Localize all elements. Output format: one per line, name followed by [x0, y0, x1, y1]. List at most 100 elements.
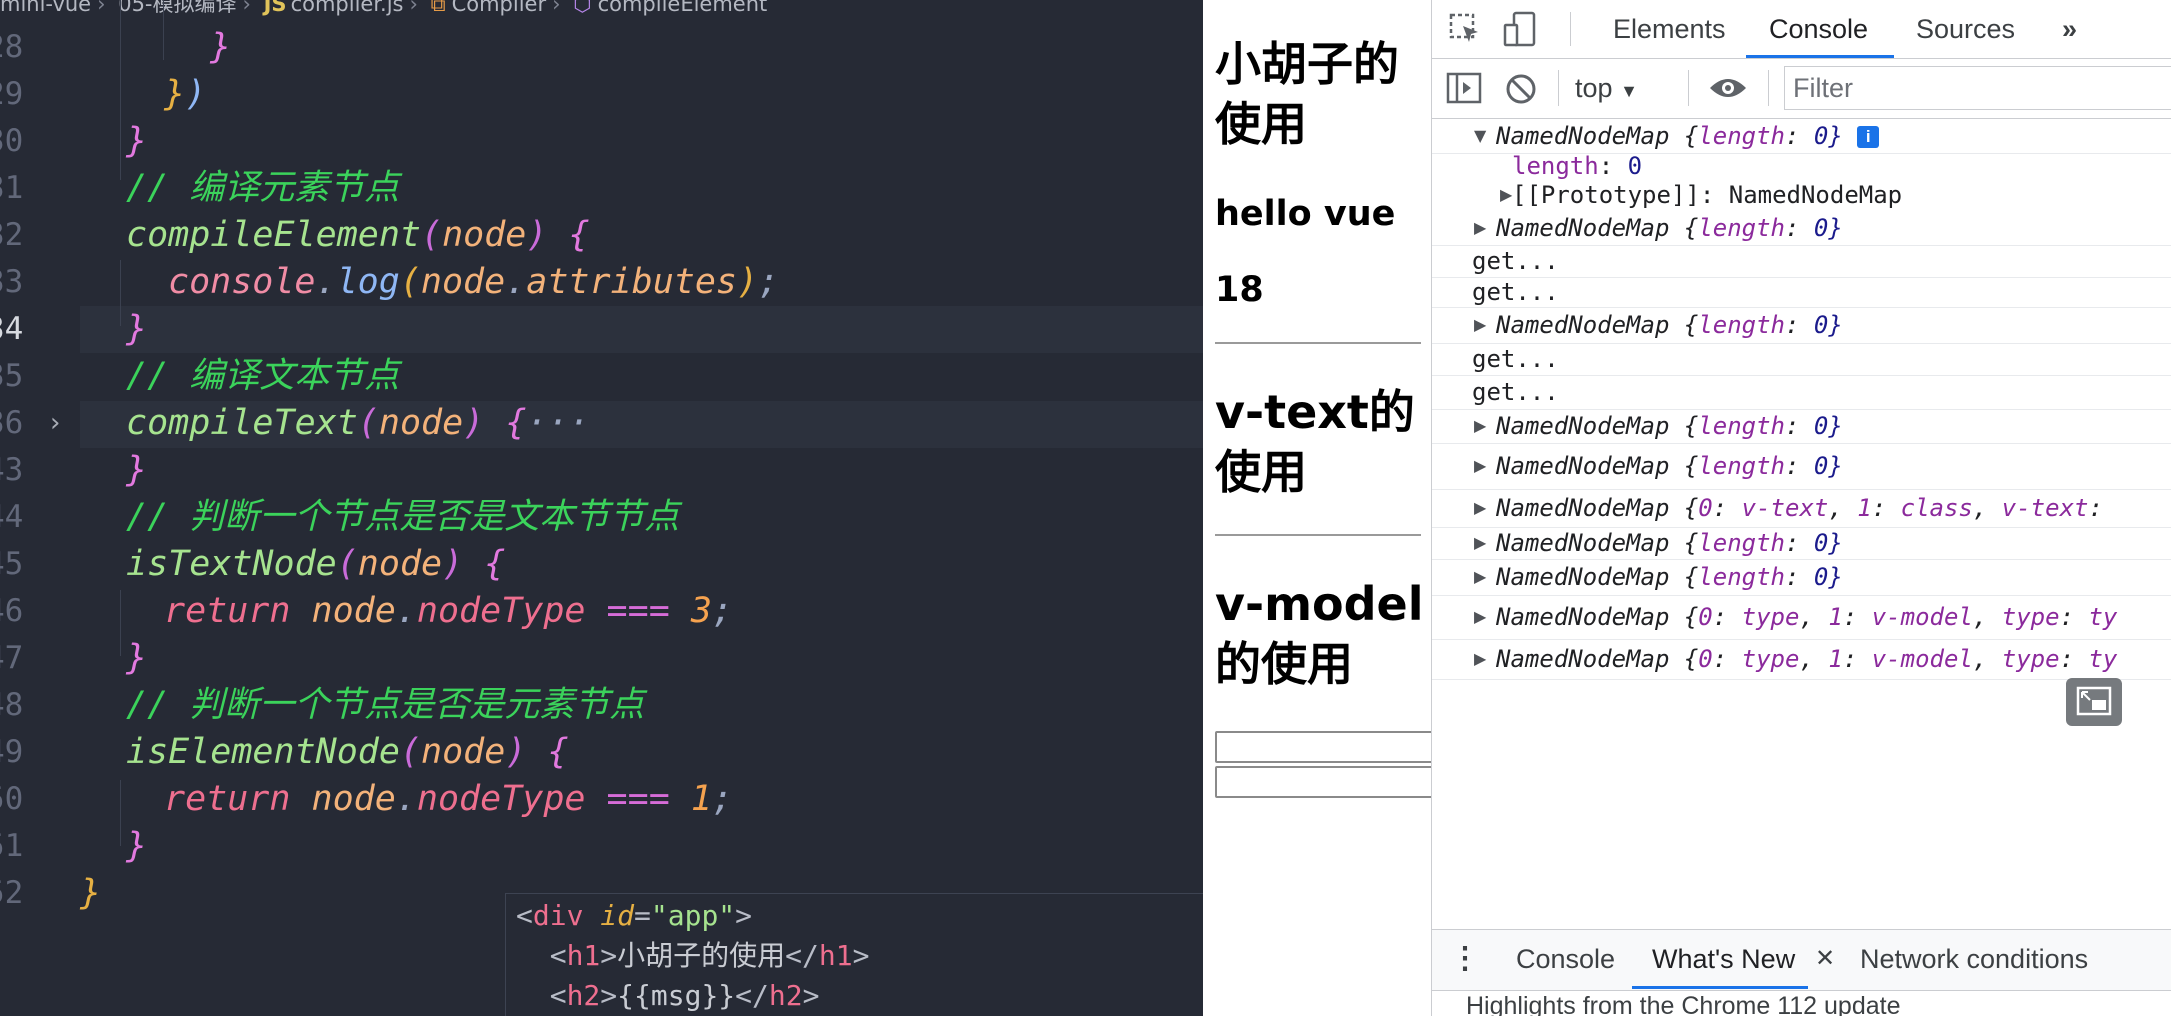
line-number: 33	[0, 264, 24, 300]
drawer-tab-console[interactable]: Console	[1516, 930, 1615, 988]
console-text: get...	[1472, 378, 1559, 406]
code-line[interactable]: 47}	[0, 635, 1203, 682]
line-number: 34	[0, 311, 24, 347]
code-text: return node.nodeType === 1;	[164, 779, 733, 819]
divider	[1215, 342, 1421, 344]
console-object[interactable]: ▼ NamedNodeMap {length: 0} i	[1432, 119, 2171, 154]
breadcrumb-folder[interactable]: mini-vue	[0, 0, 91, 16]
code-line[interactable]: 45 isTextNode(node) {	[0, 541, 1203, 588]
code-text: console.log(node.attributes);	[168, 262, 780, 302]
console-object[interactable]: ▶ NamedNodeMap {length: 0}	[1432, 211, 2171, 246]
console-object[interactable]: length: 0	[1432, 153, 2171, 179]
code-line[interactable]: 44 // 判断一个节点是否是文本节节点	[0, 494, 1203, 541]
code-line[interactable]: 32 compileElement(node) {	[0, 212, 1203, 259]
console-object[interactable]: ▶ NamedNodeMap {length: 0}	[1432, 409, 2171, 444]
drawer-tab-whats-new[interactable]: What's New	[1652, 930, 1795, 988]
breadcrumb-file[interactable]: compiler.js	[291, 0, 404, 16]
tab-console[interactable]: Console	[1769, 0, 1868, 58]
expand-right-icon[interactable]: ▶	[1474, 595, 1486, 639]
drawer-tabbar: ⋮ Console What's New ✕ Network condition…	[1432, 929, 2171, 991]
expand-right-icon[interactable]: ▶	[1474, 639, 1486, 679]
snippet-line: <div id="app">	[516, 899, 753, 932]
console-output[interactable]: ▼ NamedNodeMap {length: 0} i length: 0 ▶ [[P…	[1432, 119, 2171, 929]
line-number: 44	[0, 499, 24, 535]
breadcrumb-class[interactable]: Compiler	[452, 0, 547, 16]
code-line[interactable]: 31 // 编译元素节点	[0, 165, 1203, 212]
info-icon[interactable]: i	[1857, 126, 1880, 148]
close-icon[interactable]: ✕	[1815, 930, 1835, 988]
breadcrumb: mini-vue › 05-模拟编译 › JS compiler.js › ⧉ Compi…	[0, 0, 773, 16]
code-line[interactable]: 33 console.log(node.attributes);	[0, 259, 1203, 306]
line-number: 48	[0, 687, 24, 723]
console-object[interactable]: ▶ NamedNodeMap {length: 0}	[1432, 307, 2171, 344]
code-text: }	[126, 309, 148, 349]
breadcrumb-subfolder[interactable]: 05-模拟编译	[118, 0, 236, 16]
tab-elements[interactable]: Elements	[1613, 0, 1726, 58]
expand-right-icon[interactable]: ▶	[1474, 211, 1486, 245]
line-number: 28	[0, 29, 24, 65]
code-line[interactable]: 48 // 判断一个节点是否是元素节点	[0, 682, 1203, 729]
expand-right-icon[interactable]: ▶	[1474, 489, 1486, 527]
inspect-element-icon[interactable]	[1448, 12, 1482, 46]
fold-chevron-icon[interactable]: ›	[50, 400, 60, 447]
vmodel-input[interactable]	[1215, 731, 1431, 763]
expand-right-icon[interactable]: ▶	[1500, 179, 1512, 211]
console-text: NamedNodeMap {length: 0}	[1496, 412, 1843, 440]
console-text: NamedNodeMap {0: type, 1: v-model, type:…	[1496, 645, 2118, 673]
code-text: return node.nodeType === 3;	[164, 591, 733, 631]
code-line[interactable]: 35 // 编译文本节点	[0, 353, 1203, 400]
expand-down-icon[interactable]: ▼	[1474, 119, 1486, 153]
code-line[interactable]: 29})	[0, 71, 1203, 118]
console-message: get...	[1432, 277, 2171, 308]
code-line[interactable]: 51}	[0, 823, 1203, 870]
js-file-icon: JS	[263, 0, 287, 16]
console-object[interactable]: ▶ NamedNodeMap {length: 0}	[1432, 559, 2171, 596]
device-toolbar-icon[interactable]	[1502, 10, 1538, 48]
tab-sources[interactable]: Sources	[1916, 0, 2015, 58]
console-message: get...	[1432, 245, 2171, 278]
code-line[interactable]: 46 return node.nodeType === 3;	[0, 588, 1203, 635]
code-line[interactable]: 43}	[0, 447, 1203, 494]
code-text: // 编译元素节点	[126, 168, 400, 208]
sidebar-toggle-icon[interactable]	[1446, 72, 1482, 104]
code-line[interactable]: 30}	[0, 118, 1203, 165]
breadcrumb-method[interactable]: compileElement	[598, 0, 768, 16]
console-message: get...	[1432, 375, 2171, 410]
expand-right-icon[interactable]: ▶	[1474, 559, 1486, 595]
filter-input[interactable]: Filter	[1784, 66, 2171, 110]
code-text: }	[126, 638, 148, 678]
expand-right-icon[interactable]: ▶	[1474, 307, 1486, 343]
code-line[interactable]: 28}	[0, 24, 1203, 71]
class-icon: ⧉	[430, 0, 446, 16]
console-object[interactable]: ▶ [[Prototype]]: NamedNodeMap	[1432, 179, 2171, 211]
expand-right-icon[interactable]: ▶	[1474, 527, 1486, 559]
picture-in-picture-icon[interactable]	[2066, 678, 2122, 726]
code-editor[interactable]: mini-vue › 05-模拟编译 › JS compiler.js › ⧉ Compi…	[0, 0, 1203, 1016]
devtools-panel: Elements Console Sources » top ▼ Filter …	[1431, 0, 2171, 1016]
code-line[interactable]: 50 return node.nodeType === 1;	[0, 776, 1203, 823]
console-object[interactable]: ▶ NamedNodeMap {length: 0}	[1432, 443, 2171, 490]
console-text: [[Prototype]]: NamedNodeMap	[1512, 181, 1903, 209]
console-object[interactable]: ▶ NamedNodeMap {length: 0}	[1432, 527, 2171, 560]
console-object[interactable]: ▶ NamedNodeMap {0: type, 1: v-model, type…	[1432, 595, 2171, 640]
snippet-line: <h2>{{msg}}</h2>	[516, 979, 820, 1012]
expand-right-icon[interactable]: ▶	[1474, 409, 1486, 443]
active-drawer-tab-indicator	[1632, 986, 1808, 989]
vmodel-input[interactable]	[1215, 766, 1431, 798]
context-selector[interactable]: top ▼	[1575, 59, 1638, 120]
more-tabs-icon[interactable]: »	[2062, 0, 2077, 58]
code-line[interactable]: 49 isElementNode(node) {	[0, 729, 1203, 776]
line-number: 51	[0, 828, 24, 864]
console-object[interactable]: ▶ NamedNodeMap {0: type, 1: v-model, type…	[1432, 639, 2171, 680]
code-line[interactable]: 36 compileText(node) {···	[0, 400, 1203, 447]
eye-icon[interactable]	[1708, 74, 1748, 102]
clear-console-icon[interactable]	[1504, 72, 1538, 106]
chevron-down-icon: ▼	[1620, 81, 1638, 101]
console-object[interactable]: ▶ NamedNodeMap {0: v-text, 1: class, v-te…	[1432, 489, 2171, 528]
code-line[interactable]: 34}	[0, 306, 1203, 353]
devtools-tabbar: Elements Console Sources »	[1432, 0, 2171, 59]
drawer-menu-icon[interactable]: ⋮	[1450, 930, 1480, 988]
drawer-tab-network-conditions[interactable]: Network conditions	[1860, 930, 2088, 988]
line-number: 29	[0, 76, 24, 112]
expand-right-icon[interactable]: ▶	[1474, 443, 1486, 489]
